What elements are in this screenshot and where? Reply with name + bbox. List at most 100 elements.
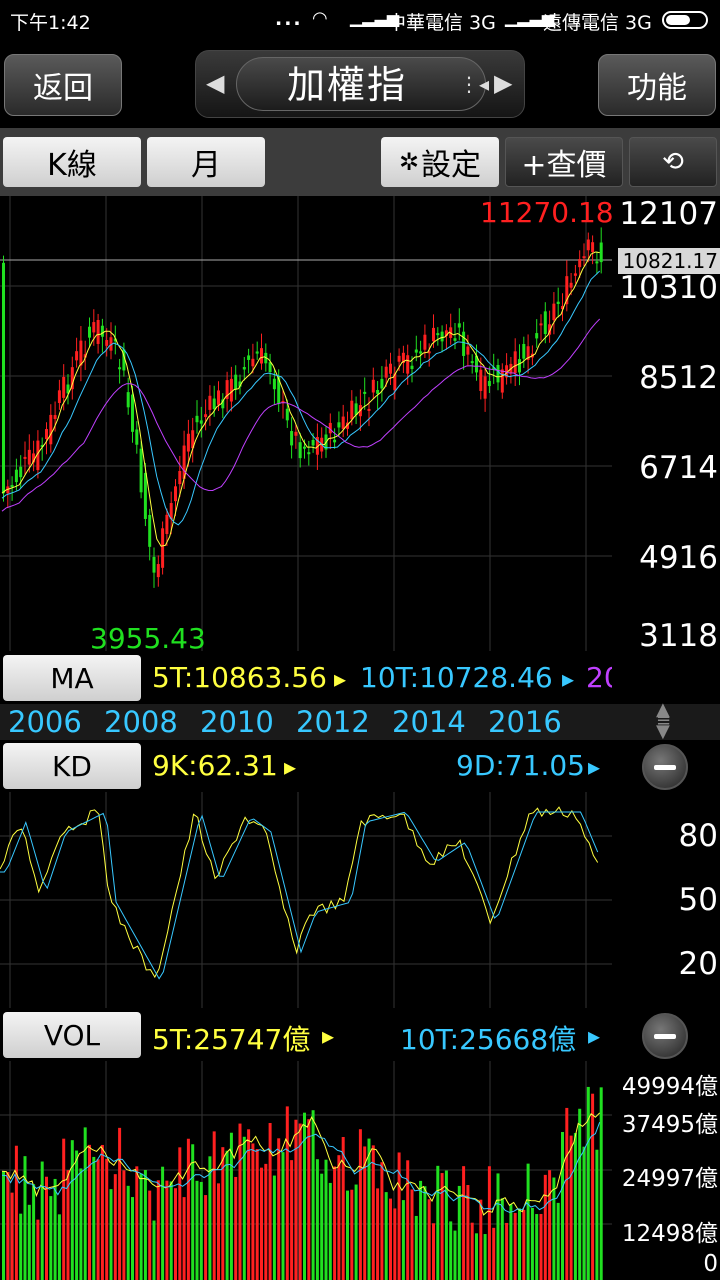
volume-bar [53,1178,57,1280]
candle-body [513,351,517,374]
period-button[interactable]: 月 [147,137,265,187]
candle-body [578,259,582,268]
candle-body [453,338,457,341]
volume-bar [367,1138,371,1280]
volume-bar [561,1131,564,1280]
candle-body [96,320,100,344]
candle-body [298,442,302,459]
volume-bar [376,1188,380,1280]
k-value: 9K:62.31 [152,749,278,782]
candle-body [217,390,220,405]
candle-body [384,366,388,378]
candle-body [143,472,147,519]
ma-button[interactable]: MA [3,655,141,701]
candle-body [251,358,255,367]
candle-body [363,391,367,394]
candle-body [105,340,109,346]
candle-body [414,349,418,353]
y-tick: 6714 [639,450,718,486]
volume-bar [427,1199,431,1280]
candlestick-chart[interactable] [0,196,612,651]
high-label: 11270.18 [480,196,614,229]
volume-bar [260,1167,263,1280]
candle-body [126,392,130,408]
y-tick: 10310 [619,270,718,306]
d-line [0,811,599,980]
kd-y-tick: 20 [678,946,718,982]
grip-icon[interactable]: ⋮◂ [459,72,489,96]
candle-body [552,303,556,321]
back-button[interactable]: 返回 [4,54,122,116]
carrier-2: 遠傳電信 3G [543,12,652,34]
candle-body [543,311,547,335]
kd-button[interactable]: KD [3,743,141,789]
candle-body [212,398,216,410]
volume-bar [152,1220,156,1280]
candle-body [174,486,177,502]
vol-collapse-button[interactable] [642,1013,688,1059]
volume-bar [578,1108,582,1280]
candle-body [49,414,53,445]
title-pill[interactable]: 加權指 ⋮◂ [236,57,489,111]
volume-bar [487,1166,491,1280]
volume-bar [2,1171,5,1280]
candle-body [152,556,156,573]
candle-body [53,415,57,420]
next-arrow-icon[interactable]: ▶ [494,69,512,97]
kd-y-tick: 50 [678,882,718,918]
candle-body [161,528,165,568]
rotate-button[interactable]: ⟲ [629,137,717,187]
volume-bar [32,1184,36,1280]
candle-body [135,429,139,445]
candle-body [148,514,152,547]
volume-bar [530,1207,534,1280]
volume-bar [169,1181,173,1280]
y-tick: 4916 [639,540,718,576]
volume-bar [500,1198,504,1280]
volume-bar [595,1149,599,1280]
candle-body [199,420,203,424]
candle-body [371,379,375,393]
volume-bar [70,1140,74,1280]
volume-bar [479,1199,483,1280]
volume-bar [277,1138,281,1280]
volume-bar [148,1190,152,1280]
kd-chart[interactable] [0,792,612,1008]
candle-body [260,348,263,364]
candle-body [45,429,48,440]
function-button[interactable]: 功能 [598,54,716,116]
volume-bar [582,1146,586,1280]
candle-body [569,282,573,288]
volume-bar [371,1145,375,1280]
status-time: 下午1:42 [10,12,91,34]
volume-chart[interactable] [0,1061,612,1280]
kd-collapse-button[interactable] [642,744,688,790]
candle-body [333,439,337,443]
resize-handle-icon[interactable]: ▲ ≡ ▼ [656,701,671,741]
vol-button[interactable]: VOL [3,1012,141,1058]
settings-button[interactable]: ✲ 設定 [381,137,499,187]
kline-button[interactable]: K線 [3,137,141,187]
volume-bar [522,1209,526,1280]
volume-bar [328,1182,332,1280]
volume-bar [57,1214,61,1280]
candle-body [539,323,543,326]
kd-axis: 80 50 20 [612,792,720,1008]
volume-bar [496,1173,500,1280]
volume-bar [182,1197,186,1280]
wifi-icon: ◠ [312,8,328,29]
volume-bar [100,1144,104,1280]
volume-bar [410,1189,414,1280]
candle-body [599,242,603,263]
query-button[interactable]: +查價 [505,137,623,187]
volume-bar [324,1159,328,1280]
volume-bar [19,1213,23,1280]
prev-arrow-icon[interactable]: ◀ [206,69,224,97]
k-line [0,806,599,979]
candle-body [376,390,380,394]
volume-bar [14,1145,18,1280]
volume-bar [204,1195,208,1280]
volume-bar [96,1159,100,1280]
candle-body [500,369,504,393]
volume-bar [62,1138,66,1280]
